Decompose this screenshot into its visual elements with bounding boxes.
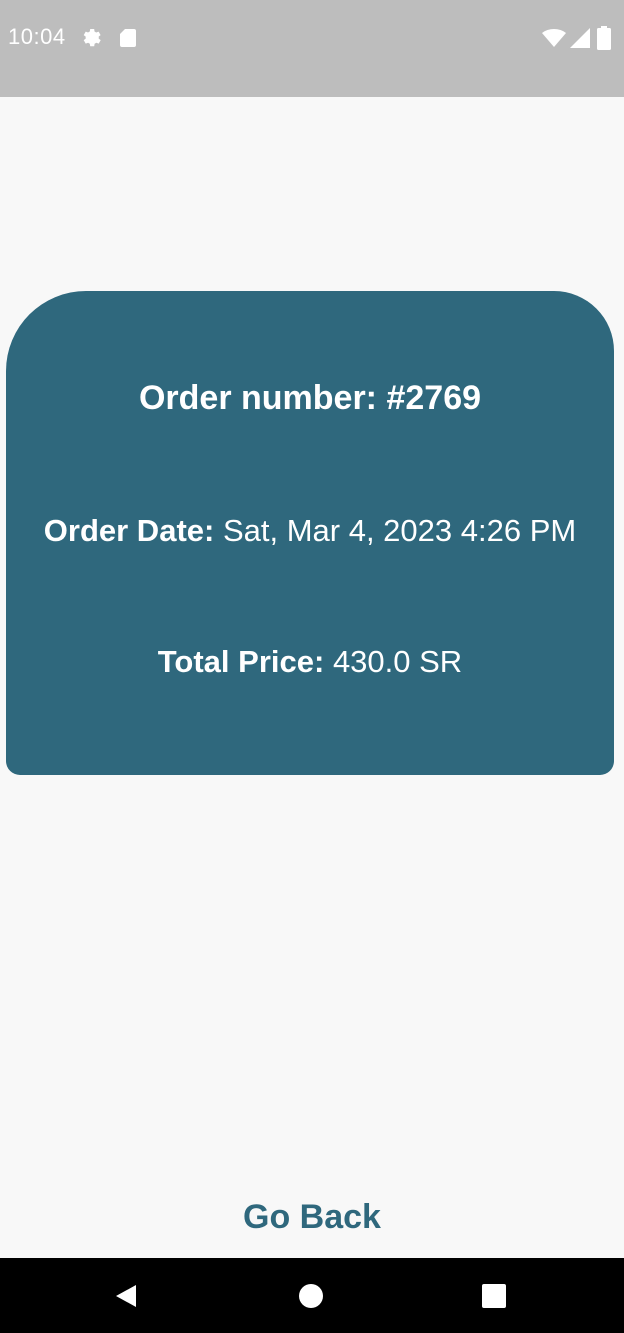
sd-card-icon bbox=[116, 26, 140, 50]
order-number-row: Order number: #2769 bbox=[6, 379, 614, 418]
go-back-button[interactable]: Go Back bbox=[212, 1187, 412, 1247]
gear-icon bbox=[80, 26, 104, 50]
order-date-label: Order Date: bbox=[43, 513, 215, 548]
back-triangle-icon[interactable] bbox=[112, 1282, 140, 1310]
battery-icon bbox=[596, 26, 612, 50]
home-circle-icon[interactable] bbox=[297, 1282, 325, 1310]
status-bar: 10:04 bbox=[0, 0, 624, 97]
wifi-icon bbox=[542, 26, 566, 50]
order-number-value: #2769 bbox=[386, 379, 482, 417]
order-date-value: Sat, Mar 4, 2023 4:26 PM bbox=[222, 513, 577, 548]
total-price-row: Total Price: 430.0 SR bbox=[6, 644, 614, 680]
order-details-screen: Order number: #2769 Order Date: Sat, Mar… bbox=[0, 97, 624, 1258]
order-summary-card: Order number: #2769 Order Date: Sat, Mar… bbox=[6, 291, 614, 775]
recents-square-icon[interactable] bbox=[480, 1282, 508, 1310]
system-nav-bar bbox=[0, 1258, 624, 1333]
order-date-row: Order Date: Sat, Mar 4, 2023 4:26 PM bbox=[6, 513, 614, 549]
status-time: 10:04 bbox=[8, 24, 66, 49]
total-price-value: 430.0 SR bbox=[332, 644, 463, 679]
order-number-label: Order number: bbox=[138, 379, 378, 417]
total-price-label: Total Price: bbox=[157, 644, 325, 679]
cell-signal-icon bbox=[568, 26, 592, 50]
